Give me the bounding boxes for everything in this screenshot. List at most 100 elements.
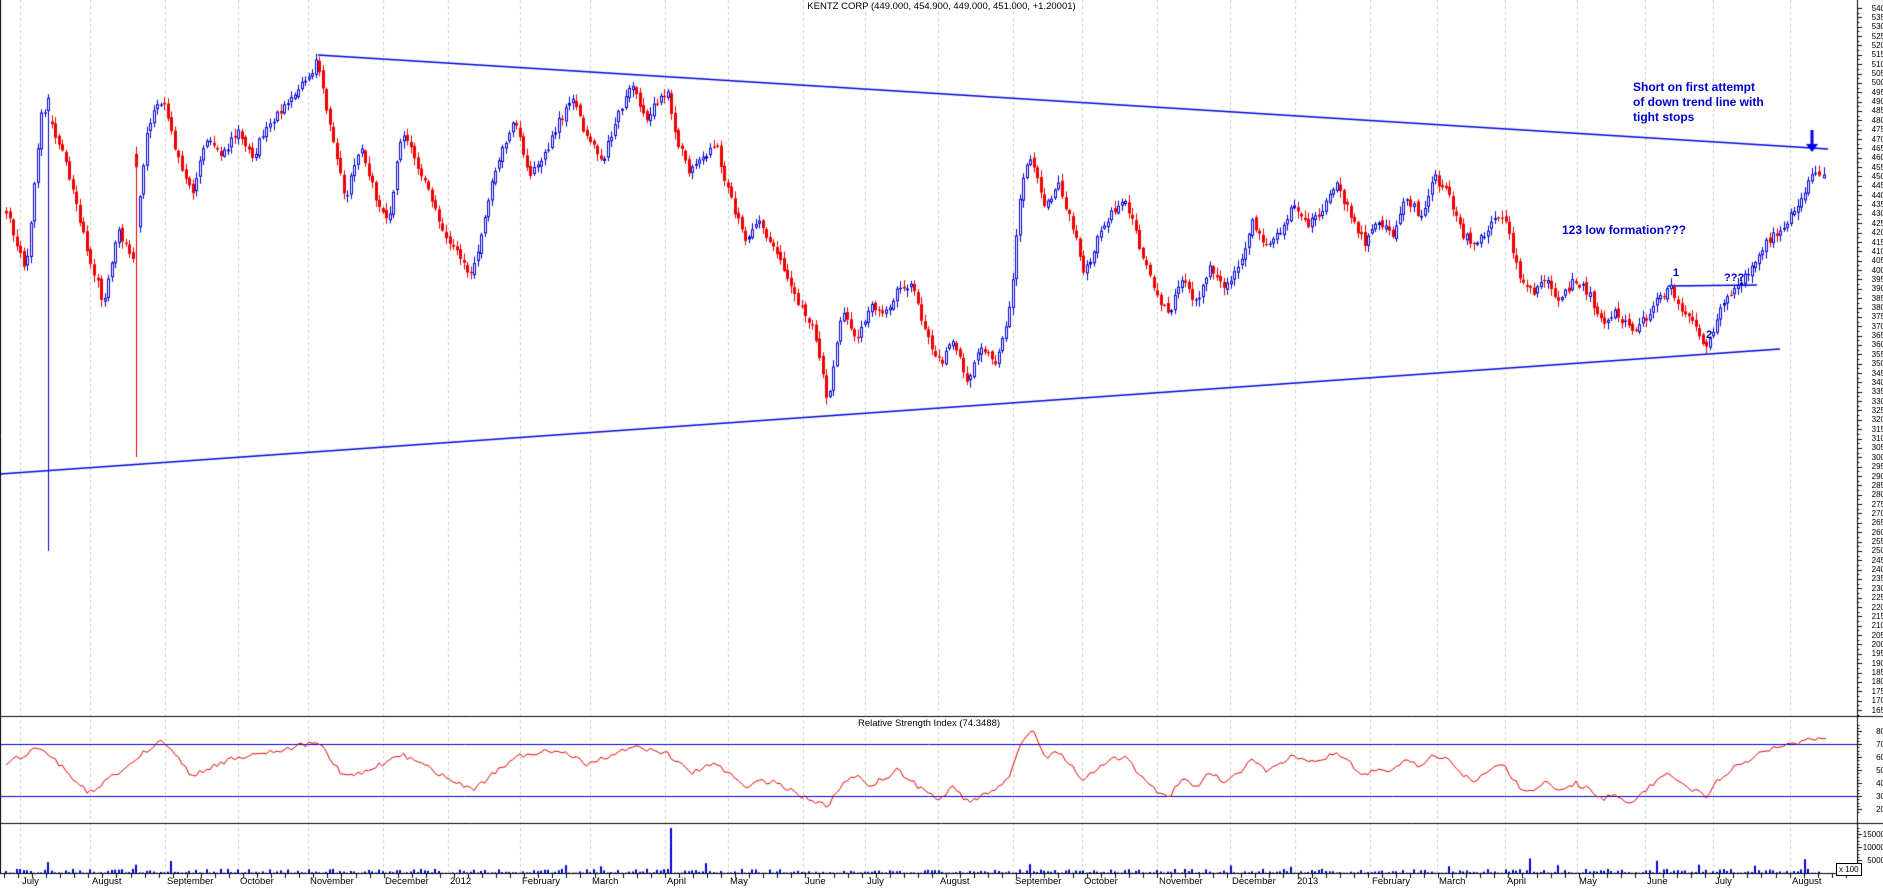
price-axis-label: 490 <box>1861 97 1883 106</box>
price-axis-label: 295 <box>1861 462 1883 471</box>
price-axis-label: 285 <box>1861 481 1883 490</box>
date-axis-label: July <box>1715 876 1732 887</box>
price-axis-label: 165 <box>1861 706 1883 715</box>
price-axis-label: 180 <box>1861 677 1883 686</box>
price-axis-label: 190 <box>1861 659 1883 668</box>
price-axis-label: 525 <box>1861 32 1883 41</box>
date-axis-label: October <box>240 876 274 887</box>
date-axis-label: July <box>22 876 39 887</box>
price-axis-label: 260 <box>1861 528 1883 537</box>
price-axis-label: 350 <box>1861 359 1883 368</box>
date-axis-label: February <box>522 876 560 887</box>
price-axis-label: 505 <box>1861 69 1883 78</box>
price-axis-label: 290 <box>1861 472 1883 481</box>
annotation-short-note: Short on first attempt of down trend lin… <box>1633 80 1764 125</box>
price-axis-label: 390 <box>1861 284 1883 293</box>
price-axis-label: 405 <box>1861 256 1883 265</box>
rsi-axis-label: 50 <box>1861 766 1883 775</box>
price-axis-label: 330 <box>1861 397 1883 406</box>
annotation-point-2: 2 <box>1706 330 1712 341</box>
date-axis-label: July <box>867 876 884 887</box>
price-axis-label: 320 <box>1861 415 1883 424</box>
annotation-short-note-line2: of down trend line with <box>1633 95 1764 110</box>
rsi-axis-label: 80 <box>1861 727 1883 736</box>
price-axis-label: 435 <box>1861 200 1883 209</box>
date-axis-label: March <box>592 876 618 887</box>
date-axis-label: February <box>1372 876 1410 887</box>
price-axis-label: 340 <box>1861 378 1883 387</box>
price-axis-label: 170 <box>1861 696 1883 705</box>
price-axis-label: 385 <box>1861 294 1883 303</box>
date-axis-label: June <box>805 876 826 887</box>
price-axis-label: 270 <box>1861 509 1883 518</box>
price-axis-label: 515 <box>1861 50 1883 59</box>
price-axis-label: 215 <box>1861 612 1883 621</box>
volume-axis-label: 15000 <box>1861 830 1883 839</box>
price-axis-label: 370 <box>1861 322 1883 331</box>
price-axis-label: 325 <box>1861 406 1883 415</box>
price-axis-label: 355 <box>1861 350 1883 359</box>
price-axis-label: 175 <box>1861 687 1883 696</box>
price-axis-label: 410 <box>1861 247 1883 256</box>
date-axis-label: August <box>92 876 122 887</box>
price-axis-label: 530 <box>1861 22 1883 31</box>
date-axis-label: April <box>1507 876 1526 887</box>
date-axis-label: November <box>1159 876 1203 887</box>
price-axis-label: 445 <box>1861 181 1883 190</box>
price-axis-label: 255 <box>1861 537 1883 546</box>
annotation-point-1: 1 <box>1673 268 1679 279</box>
price-axis-label: 465 <box>1861 144 1883 153</box>
price-chart-canvas[interactable] <box>0 0 1883 889</box>
price-axis-label: 375 <box>1861 312 1883 321</box>
price-axis-label: 250 <box>1861 546 1883 555</box>
price-axis-label: 240 <box>1861 565 1883 574</box>
price-axis-label: 280 <box>1861 490 1883 499</box>
date-axis-label: May <box>730 876 748 887</box>
price-axis-label: 495 <box>1861 88 1883 97</box>
price-axis-label: 440 <box>1861 191 1883 200</box>
date-axis-label: May <box>1579 876 1597 887</box>
price-axis-label: 480 <box>1861 116 1883 125</box>
volume-multiplier-widget[interactable]: x 100 <box>1836 863 1862 876</box>
date-axis-label: November <box>310 876 354 887</box>
annotation-short-note-line3: tight stops <box>1633 110 1764 125</box>
price-axis-label: 195 <box>1861 649 1883 658</box>
price-axis-label: 185 <box>1861 668 1883 677</box>
price-axis-label: 415 <box>1861 238 1883 247</box>
date-axis-label: October <box>1084 876 1118 887</box>
date-axis-label: March <box>1439 876 1465 887</box>
annotation-short-note-line1: Short on first attempt <box>1633 80 1764 95</box>
date-axis-label: June <box>1647 876 1668 887</box>
price-axis-label: 420 <box>1861 228 1883 237</box>
price-axis-label: 500 <box>1861 78 1883 87</box>
date-axis-label: August <box>940 876 970 887</box>
price-axis-label: 345 <box>1861 369 1883 378</box>
price-axis-label: 275 <box>1861 500 1883 509</box>
date-axis-label: December <box>385 876 429 887</box>
date-axis-label: 2012 <box>450 876 471 887</box>
price-axis-label: 470 <box>1861 135 1883 144</box>
price-axis-label: 210 <box>1861 621 1883 630</box>
price-axis-label: 265 <box>1861 518 1883 527</box>
price-axis-label: 450 <box>1861 172 1883 181</box>
price-axis-label: 300 <box>1861 453 1883 462</box>
date-axis-label: August <box>1792 876 1822 887</box>
price-axis-label: 225 <box>1861 593 1883 602</box>
chart-window: KENTZ CORP (449.000, 454.900, 449.000, 4… <box>0 0 1883 889</box>
annotation-question-marks: ??? <box>1724 273 1744 284</box>
rsi-axis-label: 20 <box>1861 805 1883 814</box>
price-axis-label: 315 <box>1861 425 1883 434</box>
date-axis-label: 2013 <box>1297 876 1318 887</box>
price-axis-label: 205 <box>1861 631 1883 640</box>
price-axis-label: 460 <box>1861 153 1883 162</box>
price-axis-label: 400 <box>1861 266 1883 275</box>
date-axis-label: April <box>667 876 686 887</box>
price-axis-label: 395 <box>1861 275 1883 284</box>
rsi-axis-label: 60 <box>1861 753 1883 762</box>
price-axis-label: 455 <box>1861 163 1883 172</box>
date-axis-label: September <box>167 876 213 887</box>
price-axis-label: 425 <box>1861 219 1883 228</box>
price-axis-label: 245 <box>1861 556 1883 565</box>
rsi-axis-label: 70 <box>1861 740 1883 749</box>
date-axis-label: December <box>1232 876 1276 887</box>
